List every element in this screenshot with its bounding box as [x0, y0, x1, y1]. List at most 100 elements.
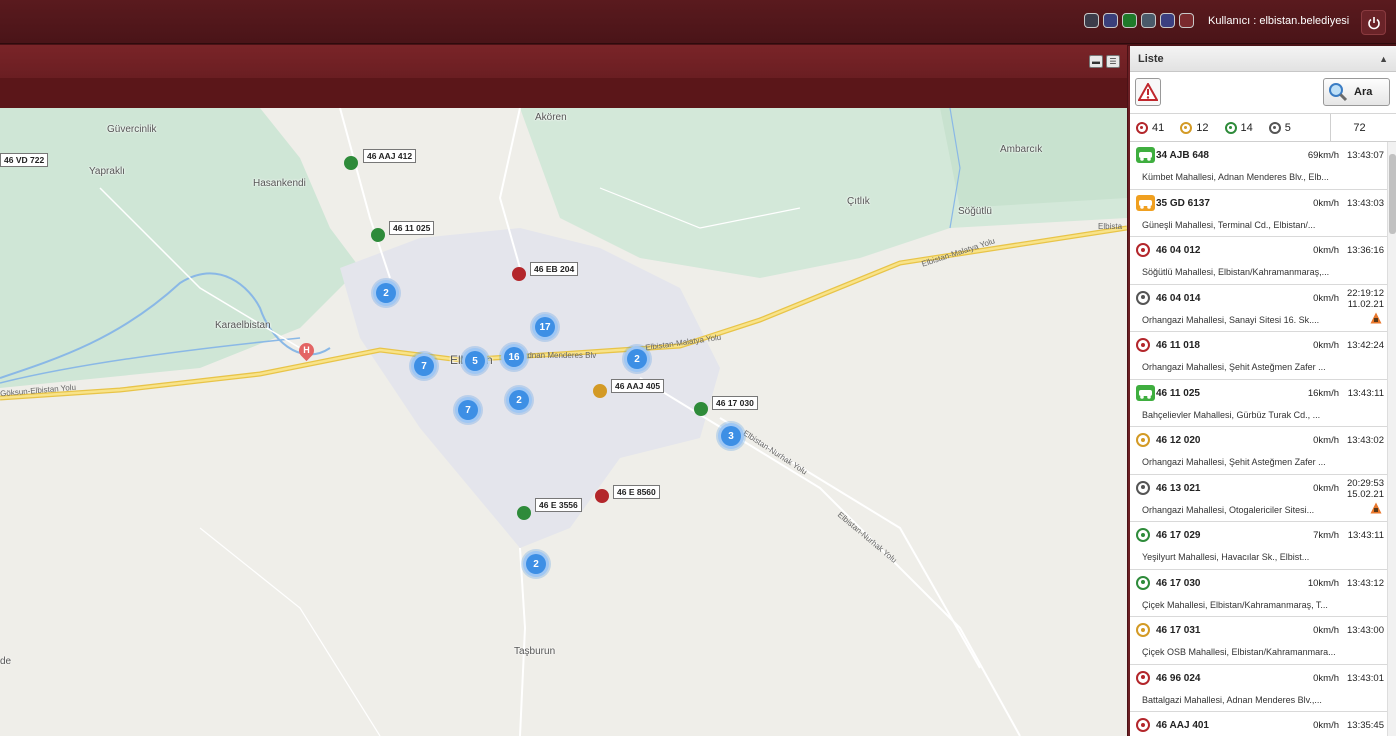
- status-dot-icon: [1136, 480, 1150, 495]
- vehicle-marker[interactable]: [595, 489, 609, 503]
- vehicle-plate: 46 04 012: [1156, 245, 1201, 256]
- search-button[interactable]: Ara: [1323, 78, 1390, 106]
- vehicle-tag[interactable]: 46 E 3556: [535, 498, 582, 512]
- theme-option-0[interactable]: [1084, 13, 1099, 28]
- scrollbar[interactable]: [1387, 142, 1396, 736]
- vehicle-speed: 0km/h: [1313, 197, 1339, 209]
- vehicle-speed: 10km/h: [1307, 577, 1339, 589]
- count-gray: 5: [1284, 121, 1291, 134]
- time-value: 13:43:00: [1347, 625, 1384, 636]
- vehicle-time: 13:43:12: [1347, 578, 1384, 589]
- vehicle-tag[interactable]: 46 AAJ 405: [611, 379, 665, 393]
- vehicle-tag[interactable]: 46 11 025: [389, 221, 435, 235]
- vehicle-tag[interactable]: 46 17 030: [712, 396, 758, 410]
- vehicle-speed: 0km/h: [1313, 292, 1339, 304]
- vehicle-row[interactable]: 46 AAJ 401 0km/h 13:35:45: [1130, 712, 1396, 736]
- theme-option-4[interactable]: [1160, 13, 1175, 28]
- vehicle-address: Güneşli Mahallesi, Terminal Cd., Elbista…: [1142, 219, 1316, 230]
- time-value: 13:35:45: [1347, 720, 1384, 731]
- vehicle-address: Çiçek Mahallesi, Elbistan/Kahramanmaraş,…: [1142, 599, 1328, 610]
- vehicle-speed: 0km/h: [1313, 720, 1339, 731]
- marker-cluster[interactable]: 7: [411, 353, 437, 379]
- panel-header: Liste ▲: [1130, 46, 1396, 72]
- status-dot-icon: [1268, 121, 1281, 134]
- marker-cluster[interactable]: 5: [462, 348, 488, 374]
- marker-cluster[interactable]: 7: [455, 397, 481, 423]
- summary-gray[interactable]: 5: [1268, 121, 1291, 134]
- marker-cluster[interactable]: 3: [718, 423, 744, 449]
- toolbar: [0, 45, 1127, 78]
- status-dot-icon: [1136, 338, 1150, 352]
- alert-button[interactable]: [1135, 78, 1161, 106]
- power-icon: [1367, 16, 1380, 29]
- marker-cluster[interactable]: 2: [506, 387, 532, 413]
- status-dot-icon: [1136, 718, 1150, 732]
- vehicle-tag[interactable]: 46 EB 204: [530, 262, 579, 276]
- vehicle-time: 13:43:11: [1348, 388, 1384, 399]
- marker-cluster[interactable]: 2: [523, 551, 549, 577]
- vehicle-row[interactable]: 46 12 020 0km/h 13:43:02 Orhangazi Mahalles…: [1130, 427, 1396, 475]
- vehicle-row[interactable]: 35 GD 6137 0km/h 13:43:03 Güneşli Mahallesi…: [1130, 190, 1396, 237]
- vehicle-row[interactable]: 46 04 014 0km/h 22:19:12 11.02.21 Orhangazi …: [1130, 285, 1396, 332]
- vehicle-marker[interactable]: [371, 228, 385, 242]
- vehicle-row[interactable]: 46 13 021 0km/h 20:29:53 15.02.21 Orhangazi …: [1130, 475, 1396, 522]
- theme-option-1[interactable]: [1103, 13, 1118, 28]
- vehicle-tag[interactable]: 46 AAJ 412: [363, 149, 417, 163]
- roadwork-warning-icon: [1370, 502, 1382, 514]
- theme-option-3[interactable]: [1141, 13, 1156, 28]
- vehicle-row[interactable]: 46 11 018 0km/h 13:42:24 Orhangazi Mahalles…: [1130, 332, 1396, 380]
- vehicle-time: 22:19:12 11.02.21: [1347, 288, 1384, 310]
- marker-cluster[interactable]: 2: [373, 280, 399, 306]
- vehicle-tag[interactable]: 46 VD 722: [0, 153, 49, 167]
- vehicle-row[interactable]: 46 17 029 7km/h 13:43:11 Yeşilyurt Mahalles…: [1130, 522, 1396, 570]
- logout-button[interactable]: [1361, 10, 1386, 35]
- vehicle-marker[interactable]: [344, 156, 358, 170]
- map-view[interactable]: Güvercinlik Yapraklı Hasankendi Karaelbi…: [0, 108, 1127, 736]
- vehicle-marker[interactable]: [512, 267, 526, 281]
- vehicle-marker[interactable]: [517, 506, 531, 520]
- vehicle-row[interactable]: 34 AJB 648 69km/h 13:43:07 Kümbet Mahallesi…: [1130, 142, 1396, 190]
- marker-cluster[interactable]: 16: [501, 344, 527, 370]
- vehicle-row[interactable]: 46 96 024 0km/h 13:43:01 Battalgazi Mahalle…: [1130, 665, 1396, 712]
- place-label: Söğütlü: [958, 206, 992, 217]
- vehicle-marker[interactable]: [593, 384, 607, 398]
- status-dot-icon: [1136, 670, 1150, 685]
- marker-cluster[interactable]: 2: [624, 346, 650, 372]
- summary-green[interactable]: 14: [1224, 121, 1253, 134]
- date-value: 11.02.21: [1347, 298, 1384, 310]
- theme-option-5[interactable]: [1179, 13, 1194, 28]
- minimize-icon[interactable]: ▬: [1089, 55, 1103, 68]
- hospital-icon[interactable]: H: [295, 339, 318, 362]
- chevron-up-icon[interactable]: ▲: [1379, 54, 1388, 64]
- place-label: Güvercinlik: [107, 124, 157, 135]
- roadwork-warning-icon: [1370, 312, 1382, 324]
- vehicle-time: 13:43:00: [1347, 625, 1384, 636]
- theme-option-2[interactable]: [1122, 13, 1137, 28]
- vehicle-row[interactable]: 46 17 030 10km/h 13:43:12 Çiçek Mahallesi, …: [1130, 570, 1396, 617]
- count-red: 41: [1152, 121, 1165, 134]
- vehicle-address: Orhangazi Mahallesi, Otogalericiler Site…: [1142, 504, 1315, 515]
- status-dot-icon: [1136, 433, 1150, 447]
- count-orange: 12: [1196, 121, 1209, 134]
- theme-selector: [1084, 13, 1194, 28]
- place-label: Çıtlık: [847, 196, 870, 207]
- vehicle-speed: 0km/h: [1313, 245, 1339, 256]
- list-view-icon[interactable]: ☰: [1106, 55, 1120, 68]
- vehicle-time: 13:43:03: [1347, 198, 1384, 209]
- summary-red[interactable]: 41: [1136, 121, 1165, 134]
- summary-orange[interactable]: 12: [1180, 121, 1209, 134]
- time-value: 13:43:02: [1347, 435, 1384, 446]
- date-value: 15.02.21: [1347, 488, 1384, 500]
- vehicle-marker[interactable]: [694, 402, 708, 416]
- vehicle-row[interactable]: 46 11 025 16km/h 13:43:11 Bahçelievler Maha…: [1130, 380, 1396, 427]
- vehicle-speed: 7km/h: [1313, 530, 1339, 541]
- vehicle-plate: 46 AAJ 401: [1156, 720, 1209, 731]
- vehicle-tag[interactable]: 46 E 8560: [613, 485, 660, 499]
- place-label: Akören: [535, 112, 567, 123]
- vehicle-row[interactable]: 46 17 031 0km/h 13:43:00 Çiçek OSB Mahalles…: [1130, 617, 1396, 665]
- marker-cluster[interactable]: 17: [532, 314, 558, 340]
- vehicle-plate: 46 96 024: [1156, 672, 1201, 684]
- vehicle-row[interactable]: 46 04 012 0km/h 13:36:16 Söğütlü Mahallesi,…: [1130, 237, 1396, 285]
- vehicle-speed: 0km/h: [1313, 435, 1339, 446]
- vehicle-plate: 35 GD 6137: [1156, 197, 1210, 209]
